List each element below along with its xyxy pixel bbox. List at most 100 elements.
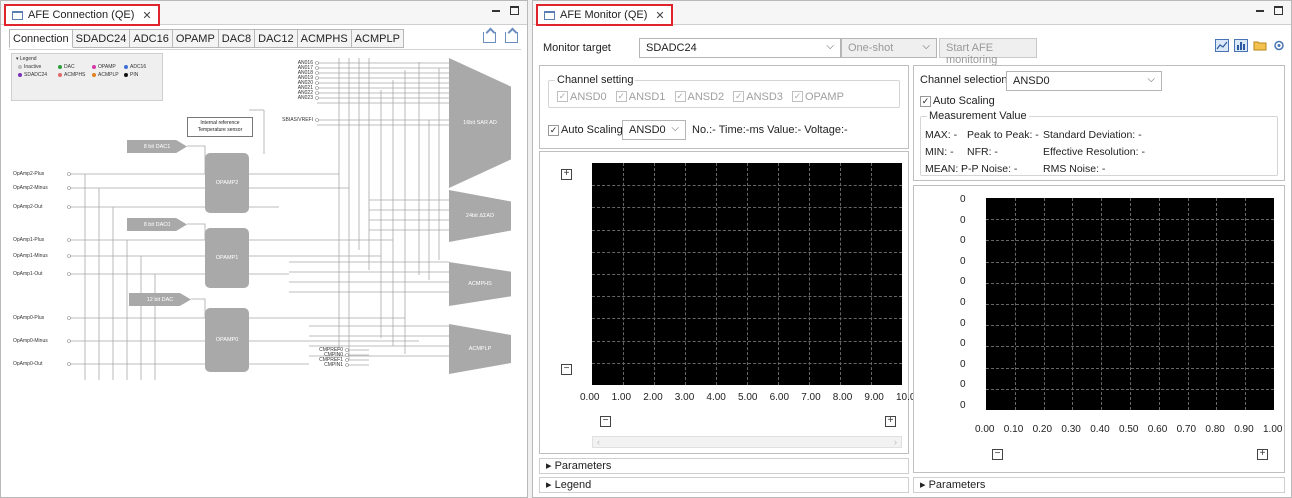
channel-opamp-checkbox[interactable]: ✓ OPAMP xyxy=(792,91,844,103)
import-icon[interactable] xyxy=(483,32,496,43)
time-plot-panel: + − 0.00 1.00 2.00 3.00 4.00 5.00 6.00 7.00 8.00… xyxy=(539,151,921,454)
opamp0-block[interactable]: OPAMP0 xyxy=(205,308,249,372)
legend-expander[interactable]: ▸ Legend xyxy=(539,477,909,493)
x-zoom-in-icon[interactable]: + xyxy=(885,416,896,427)
horizontal-scrollbar[interactable]: ‹ › xyxy=(592,436,902,448)
legend-item-inactive: Inactive xyxy=(18,64,41,70)
effective-resolution-value: Effective Resolution: - xyxy=(1043,146,1145,158)
view-title: AFE Monitor (QE) xyxy=(560,9,648,21)
start-monitoring-button[interactable]: Start AFE monitoring xyxy=(939,38,1037,66)
open-folder-icon[interactable] xyxy=(1253,39,1267,52)
mode-select[interactable]: One-shot ⌵ xyxy=(841,38,937,58)
tab-acmphs[interactable]: ACMPHS xyxy=(297,29,352,48)
histogram-panel: 0 0 0 0 0 0 0 0 0 0 0 0.00 0.10 0.20 0.30 0.40 0.50 0.60… xyxy=(913,185,1285,473)
pin-opamp1-out[interactable]: OpAmp1-Out xyxy=(13,271,42,277)
tab-opamp[interactable]: OPAMP xyxy=(172,29,219,48)
y-tick-label: 0 xyxy=(960,400,966,411)
y-tick-label: 0 xyxy=(960,194,966,205)
close-icon[interactable]: ✕ xyxy=(655,9,664,22)
hist-x-zoom-in-icon[interactable]: + xyxy=(1257,449,1268,460)
x-tick-label: 0.30 xyxy=(1061,424,1081,435)
bar-chart-icon[interactable] xyxy=(1234,39,1248,52)
maximize-icon[interactable] xyxy=(1274,6,1283,15)
grid-line xyxy=(592,185,902,187)
channel-ansd1-checkbox[interactable]: ✓ ANSD1 xyxy=(615,91,665,103)
hist-parameters-expander[interactable]: ▸ Parameters xyxy=(913,477,1285,493)
dac0-block[interactable]: 8 bit DAC0 xyxy=(127,218,187,231)
grid-line xyxy=(986,388,1274,390)
channel-combo[interactable]: ANSD0 ⌵ xyxy=(622,120,686,140)
settings-icon[interactable] xyxy=(1272,39,1286,52)
measurement-group: Measurement Value MAX: - Peak to Peak: -… xyxy=(920,110,1278,176)
pin-opamp1-plus[interactable]: OpAmp1-Plus xyxy=(13,237,44,243)
tab-connection[interactable]: Connection xyxy=(9,29,73,48)
tab-acmplp[interactable]: ACMPLP xyxy=(351,29,404,48)
pin-opamp0-out[interactable]: OpAmp0-Out xyxy=(13,361,42,367)
tab-sdadc24[interactable]: SDADC24 xyxy=(72,29,131,48)
x-tick-label: 2.00 xyxy=(643,392,663,403)
opamp1-block[interactable]: OPAMP1 xyxy=(205,228,249,288)
x-zoom-out-icon[interactable]: − xyxy=(600,416,611,427)
x-tick-label: 7.00 xyxy=(801,392,821,403)
x-tick-label: 9.00 xyxy=(864,392,884,403)
afe-connection-tab[interactable]: AFE Connection (QE) ✕ xyxy=(4,4,160,26)
export-icon[interactable] xyxy=(505,32,518,43)
channel-ansd3-checkbox[interactable]: ✓ ANSD3 xyxy=(733,91,783,103)
close-icon[interactable]: ✕ xyxy=(142,9,151,22)
monitor-target-select[interactable]: SDADC24 ⌵ xyxy=(639,38,841,58)
dac1-block[interactable]: 8 bit DAC1 xyxy=(127,140,187,153)
y-zoom-in-icon[interactable]: + xyxy=(561,169,572,180)
channel-selection-select[interactable]: ANSD0 ⌵ xyxy=(1006,71,1162,91)
x-tick-label: 0.50 xyxy=(1119,424,1139,435)
pin-an023[interactable]: AN023 xyxy=(249,95,313,101)
channel-ansd2-checkbox[interactable]: ✓ ANSD2 xyxy=(674,91,724,103)
afe-monitor-view: AFE Monitor (QE) ✕ Monitor target SDADC2… xyxy=(532,0,1292,498)
dac12-block[interactable]: 12 bit DAC xyxy=(129,293,191,306)
afe-monitor-tab[interactable]: AFE Monitor (QE) ✕ xyxy=(536,4,673,26)
grid-line xyxy=(986,367,1274,369)
tab-dac12[interactable]: DAC12 xyxy=(255,29,298,48)
pin-opamp1-minus[interactable]: OpAmp1-Minus xyxy=(13,253,48,259)
nfr-value: NFR: - xyxy=(967,146,998,158)
y-tick-label: 0 xyxy=(960,255,966,267)
tab-dac8[interactable]: DAC8 xyxy=(218,29,256,48)
x-tick-label: 0.70 xyxy=(1176,424,1197,435)
pin-opamp2-minus[interactable]: OpAmp2-Minus xyxy=(13,185,48,191)
internal-reference-box[interactable]: Internal reference Temperature sensor xyxy=(187,117,253,137)
parameters-expander[interactable]: ▸ Parameters xyxy=(539,458,909,474)
x-tick-label: 4.00 xyxy=(706,392,726,403)
view-title: AFE Connection (QE) xyxy=(28,9,135,21)
channel-ansd0-checkbox[interactable]: ✓ ANSD0 xyxy=(557,91,607,103)
y-zoom-out-icon[interactable]: − xyxy=(561,364,572,375)
auto-scaling-checkbox[interactable]: ✓ Auto Scaling xyxy=(548,124,623,136)
line-chart-icon[interactable] xyxy=(1215,39,1229,52)
minimize-icon[interactable] xyxy=(492,9,500,12)
histogram-plot-area[interactable] xyxy=(986,198,1274,410)
tab-adc16[interactable]: ADC16 xyxy=(130,29,173,48)
pin-opamp2-plus[interactable]: OpAmp2-Plus xyxy=(13,171,44,177)
maximize-icon[interactable] xyxy=(510,6,519,15)
x-tick-label: 0.10 xyxy=(1003,424,1024,435)
pin-opamp0-minus[interactable]: OpAmp0-Minus xyxy=(13,338,48,344)
min-value: MIN: - xyxy=(925,146,954,158)
channel-setting-group: Channel setting ✓ ANSD0 ✓ ANSD1 ✓ ANSD2 ✓ AN… xyxy=(548,74,900,108)
opamp2-block[interactable]: OPAMP2 xyxy=(205,153,249,213)
std-dev-value: Standard Deviation: - xyxy=(1043,129,1142,141)
status-readout: No.:- Time:-ms Value:- Voltage:- xyxy=(692,124,848,136)
x-tick-label: 0.00 xyxy=(580,392,600,403)
minimize-icon[interactable] xyxy=(1256,9,1264,12)
pin-opamp0-plus[interactable]: OpAmp0-Plus xyxy=(13,315,44,321)
grid-line xyxy=(592,251,902,253)
time-plot-area[interactable] xyxy=(592,163,902,385)
grid-line xyxy=(592,274,902,275)
hist-auto-scaling-checkbox[interactable]: ✓ Auto Scaling xyxy=(920,95,995,107)
hist-x-zoom-out-icon[interactable]: − xyxy=(992,449,1003,460)
legend-title[interactable]: ▾ Legend xyxy=(16,56,37,62)
grid-line xyxy=(592,296,902,298)
window-controls xyxy=(492,6,519,15)
legend-item-adc16: ADC16 xyxy=(124,64,146,70)
pin-cmpin1[interactable]: CMPIN1 xyxy=(299,362,343,368)
y-tick-label: 0 xyxy=(960,338,966,350)
legend-item-acmphs: ACMPHS xyxy=(58,72,85,78)
pin-opamp2-out[interactable]: OpAmp2-Out xyxy=(13,204,42,210)
